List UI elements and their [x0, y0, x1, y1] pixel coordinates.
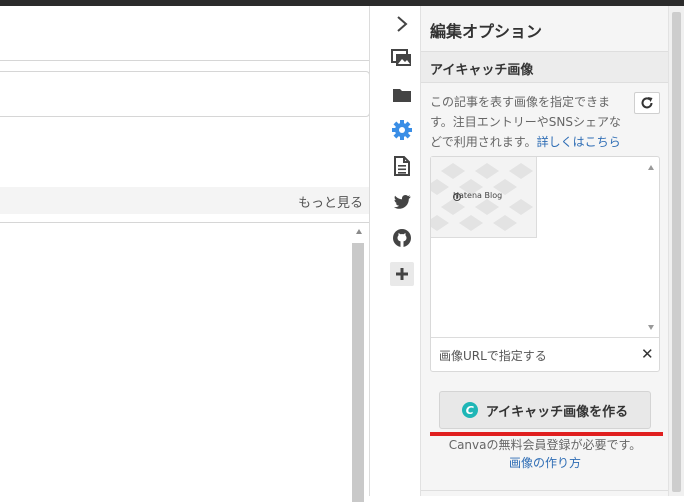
thumbnail-logo-text: Hatena Blog	[453, 191, 503, 200]
divider	[421, 82, 669, 83]
refresh-button[interactable]	[634, 92, 660, 114]
document-button[interactable]	[390, 154, 414, 178]
panel-title: 編集オプション	[430, 22, 543, 41]
editor-scroll-up-arrow[interactable]	[356, 229, 362, 234]
github-icon	[393, 229, 411, 247]
eyecatch-section-header: アイキャッチ画像	[421, 52, 669, 82]
box-scroll-down-arrow[interactable]	[648, 325, 654, 330]
collapse-panel-button[interactable]	[390, 12, 414, 36]
title-field-underline[interactable]	[0, 60, 369, 61]
panel-scrollbar[interactable]	[668, 6, 684, 496]
details-link[interactable]: 詳しくはこちら	[537, 135, 621, 149]
tag-input-field[interactable]	[0, 71, 370, 117]
photo-icon	[391, 49, 411, 66]
document-icon	[394, 156, 410, 176]
add-module-button[interactable]	[390, 262, 414, 286]
panel-scrollbar-thumb[interactable]	[672, 12, 681, 492]
divider	[421, 490, 669, 491]
image-selection-box: Hatena Blog 画像URLで指定する ✕	[430, 156, 660, 372]
gear-icon	[392, 120, 412, 140]
editor-scrollbar-thumb[interactable]	[352, 243, 364, 502]
refresh-icon	[641, 97, 653, 109]
sidebar-icon-bar	[384, 6, 420, 496]
twitter-icon	[393, 195, 411, 209]
chevron-right-icon	[397, 16, 408, 32]
canva-note: Canvaの無料会員登録が必要です。	[448, 438, 642, 452]
create-eyecatch-button[interactable]: C アイキャッチ画像を作る	[439, 391, 651, 429]
image-url-label[interactable]: 画像URLで指定する	[439, 347, 547, 364]
close-icon[interactable]: ✕	[641, 345, 654, 363]
eyecatch-description: この記事を表す画像を指定できます。注目エントリーやSNSシェアなどで利用されます…	[430, 92, 630, 152]
canva-icon: C	[461, 402, 478, 418]
plus-icon	[396, 268, 408, 280]
image-url-row[interactable]: 画像URLで指定する ✕	[431, 337, 659, 372]
edit-options-panel: 編集オプション アイキャッチ画像 この記事を表す画像を指定できます。注目エントリ…	[420, 6, 669, 496]
create-eyecatch-label: アイキャッチ画像を作る	[485, 404, 629, 420]
content-editor[interactable]	[0, 222, 369, 503]
github-button[interactable]	[390, 226, 414, 250]
more-bar: もっと見る	[0, 187, 369, 214]
photo-upload-button[interactable]	[390, 47, 414, 71]
section-title: アイキャッチ画像	[430, 63, 534, 78]
image-thumbnail[interactable]: Hatena Blog	[431, 157, 537, 238]
editor-area: もっと見る	[0, 6, 384, 503]
howto-link[interactable]: 画像の作り方	[421, 454, 669, 472]
box-scroll-up-arrow[interactable]	[648, 165, 654, 170]
more-link[interactable]: もっと見る	[298, 192, 363, 211]
twitter-button[interactable]	[390, 190, 414, 214]
settings-button[interactable]	[390, 118, 414, 142]
folder-button[interactable]	[390, 83, 414, 107]
editor-divider	[369, 6, 370, 496]
folder-icon	[393, 89, 411, 102]
